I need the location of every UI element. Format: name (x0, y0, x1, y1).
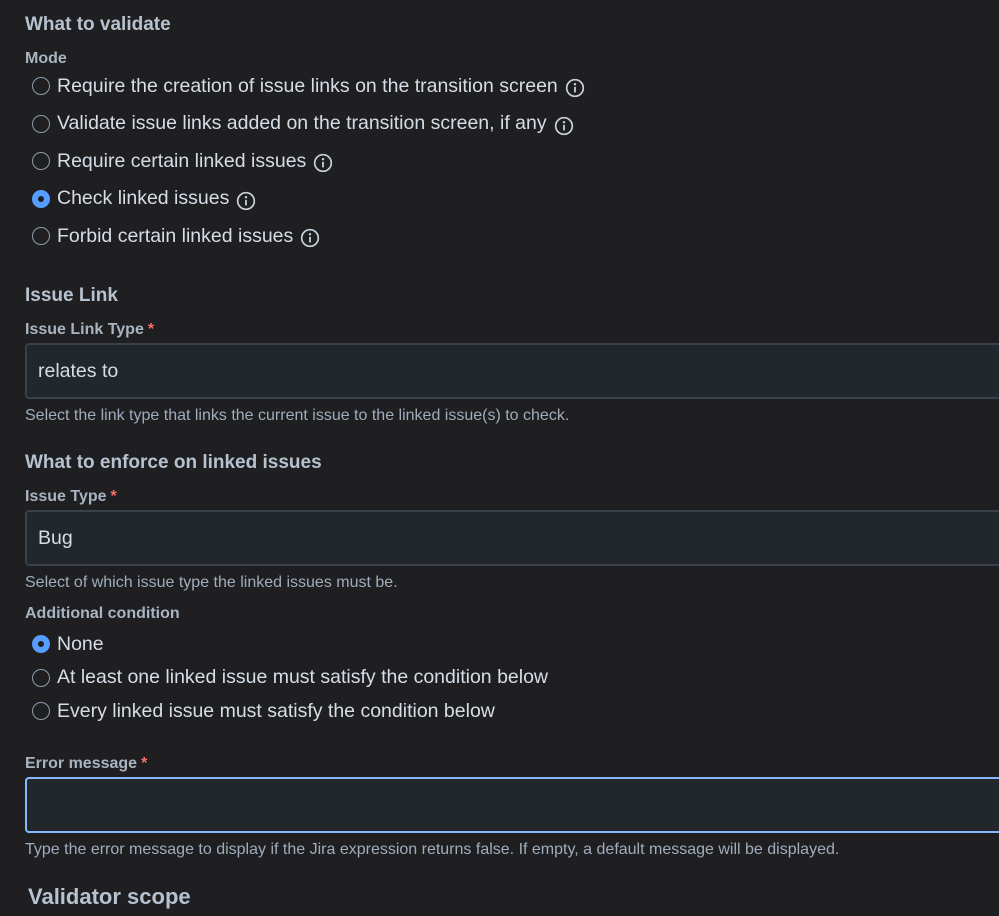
condition-option-label: Every linked issue must satisfy the cond… (57, 699, 495, 722)
condition-option-every[interactable]: Every linked issue must satisfy the cond… (32, 698, 548, 724)
issue-type-help: Select of which issue type the linked is… (25, 574, 398, 591)
mode-radio-forbid-certain[interactable] (32, 227, 50, 245)
info-icon[interactable] (236, 191, 256, 211)
info-icon[interactable] (300, 228, 320, 248)
info-icon[interactable] (313, 153, 333, 173)
required-asterisk: * (141, 755, 148, 772)
required-asterisk: * (110, 488, 117, 505)
condition-radio-group: None At least one linked issue must sati… (32, 631, 548, 724)
mode-label: Mode (25, 50, 67, 67)
section-heading-what-to-validate: What to validate (25, 14, 171, 35)
error-message-input[interactable] (25, 777, 999, 833)
section-heading-validator-scope: Validator scope (28, 884, 191, 909)
info-icon[interactable] (554, 116, 574, 136)
info-icon[interactable] (565, 78, 585, 98)
issue-link-type-help: Select the link type that links the curr… (25, 407, 570, 424)
mode-radio-group: Require the creation of issue links on t… (32, 73, 585, 249)
condition-option-label: At least one linked issue must satisfy t… (57, 666, 549, 688)
mode-radio-validate-added[interactable] (32, 114, 50, 133)
mode-radio-require-creation[interactable] (32, 77, 50, 95)
mode-option-label: Require the creation of issue links on t… (57, 74, 558, 97)
issue-link-type-value: relates to (38, 359, 119, 382)
condition-option-label: None (57, 632, 104, 655)
mode-option-require-certain[interactable]: Require certain linked issues (32, 148, 585, 174)
section-heading-enforce: What to enforce on linked issues (25, 452, 322, 473)
condition-radio-every[interactable] (32, 702, 50, 720)
error-message-label: Error message * (25, 755, 147, 773)
condition-option-none[interactable]: None (32, 631, 548, 657)
issue-link-type-select[interactable]: relates to (25, 343, 999, 399)
mode-radio-require-certain[interactable] (32, 152, 50, 170)
section-heading-issue-link: Issue Link (25, 285, 118, 306)
mode-option-validate-added[interactable]: Validate issue links added on the transi… (32, 111, 585, 137)
error-message-help: Type the error message to display if the… (25, 841, 840, 858)
mode-radio-check-linked[interactable] (32, 189, 50, 208)
required-asterisk: * (147, 321, 155, 338)
issue-link-type-label: Issue Link Type * (25, 321, 154, 339)
mode-option-check-linked[interactable]: Check linked issues (32, 186, 585, 212)
condition-radio-none[interactable] (32, 635, 50, 653)
condition-radio-at-least-one[interactable] (32, 668, 50, 687)
mode-option-label: Validate issue links added on the transi… (57, 112, 547, 134)
issue-link-type-label-text: Issue Link Type (25, 321, 144, 338)
mode-option-label: Check linked issues (57, 187, 230, 209)
issue-type-select[interactable]: Bug (25, 510, 999, 566)
issue-type-value: Bug (38, 526, 73, 549)
mode-option-forbid-certain[interactable]: Forbid certain linked issues (32, 223, 585, 249)
mode-option-require-creation[interactable]: Require the creation of issue links on t… (32, 73, 585, 99)
issue-type-label-text: Issue Type (25, 488, 107, 505)
condition-option-at-least-one[interactable]: At least one linked issue must satisfy t… (32, 665, 548, 691)
mode-option-label: Require certain linked issues (57, 149, 307, 172)
additional-condition-label: Additional condition (25, 605, 180, 622)
mode-option-label: Forbid certain linked issues (57, 224, 294, 247)
issue-type-label: Issue Type * (25, 488, 117, 506)
error-message-label-text: Error message (25, 755, 138, 772)
